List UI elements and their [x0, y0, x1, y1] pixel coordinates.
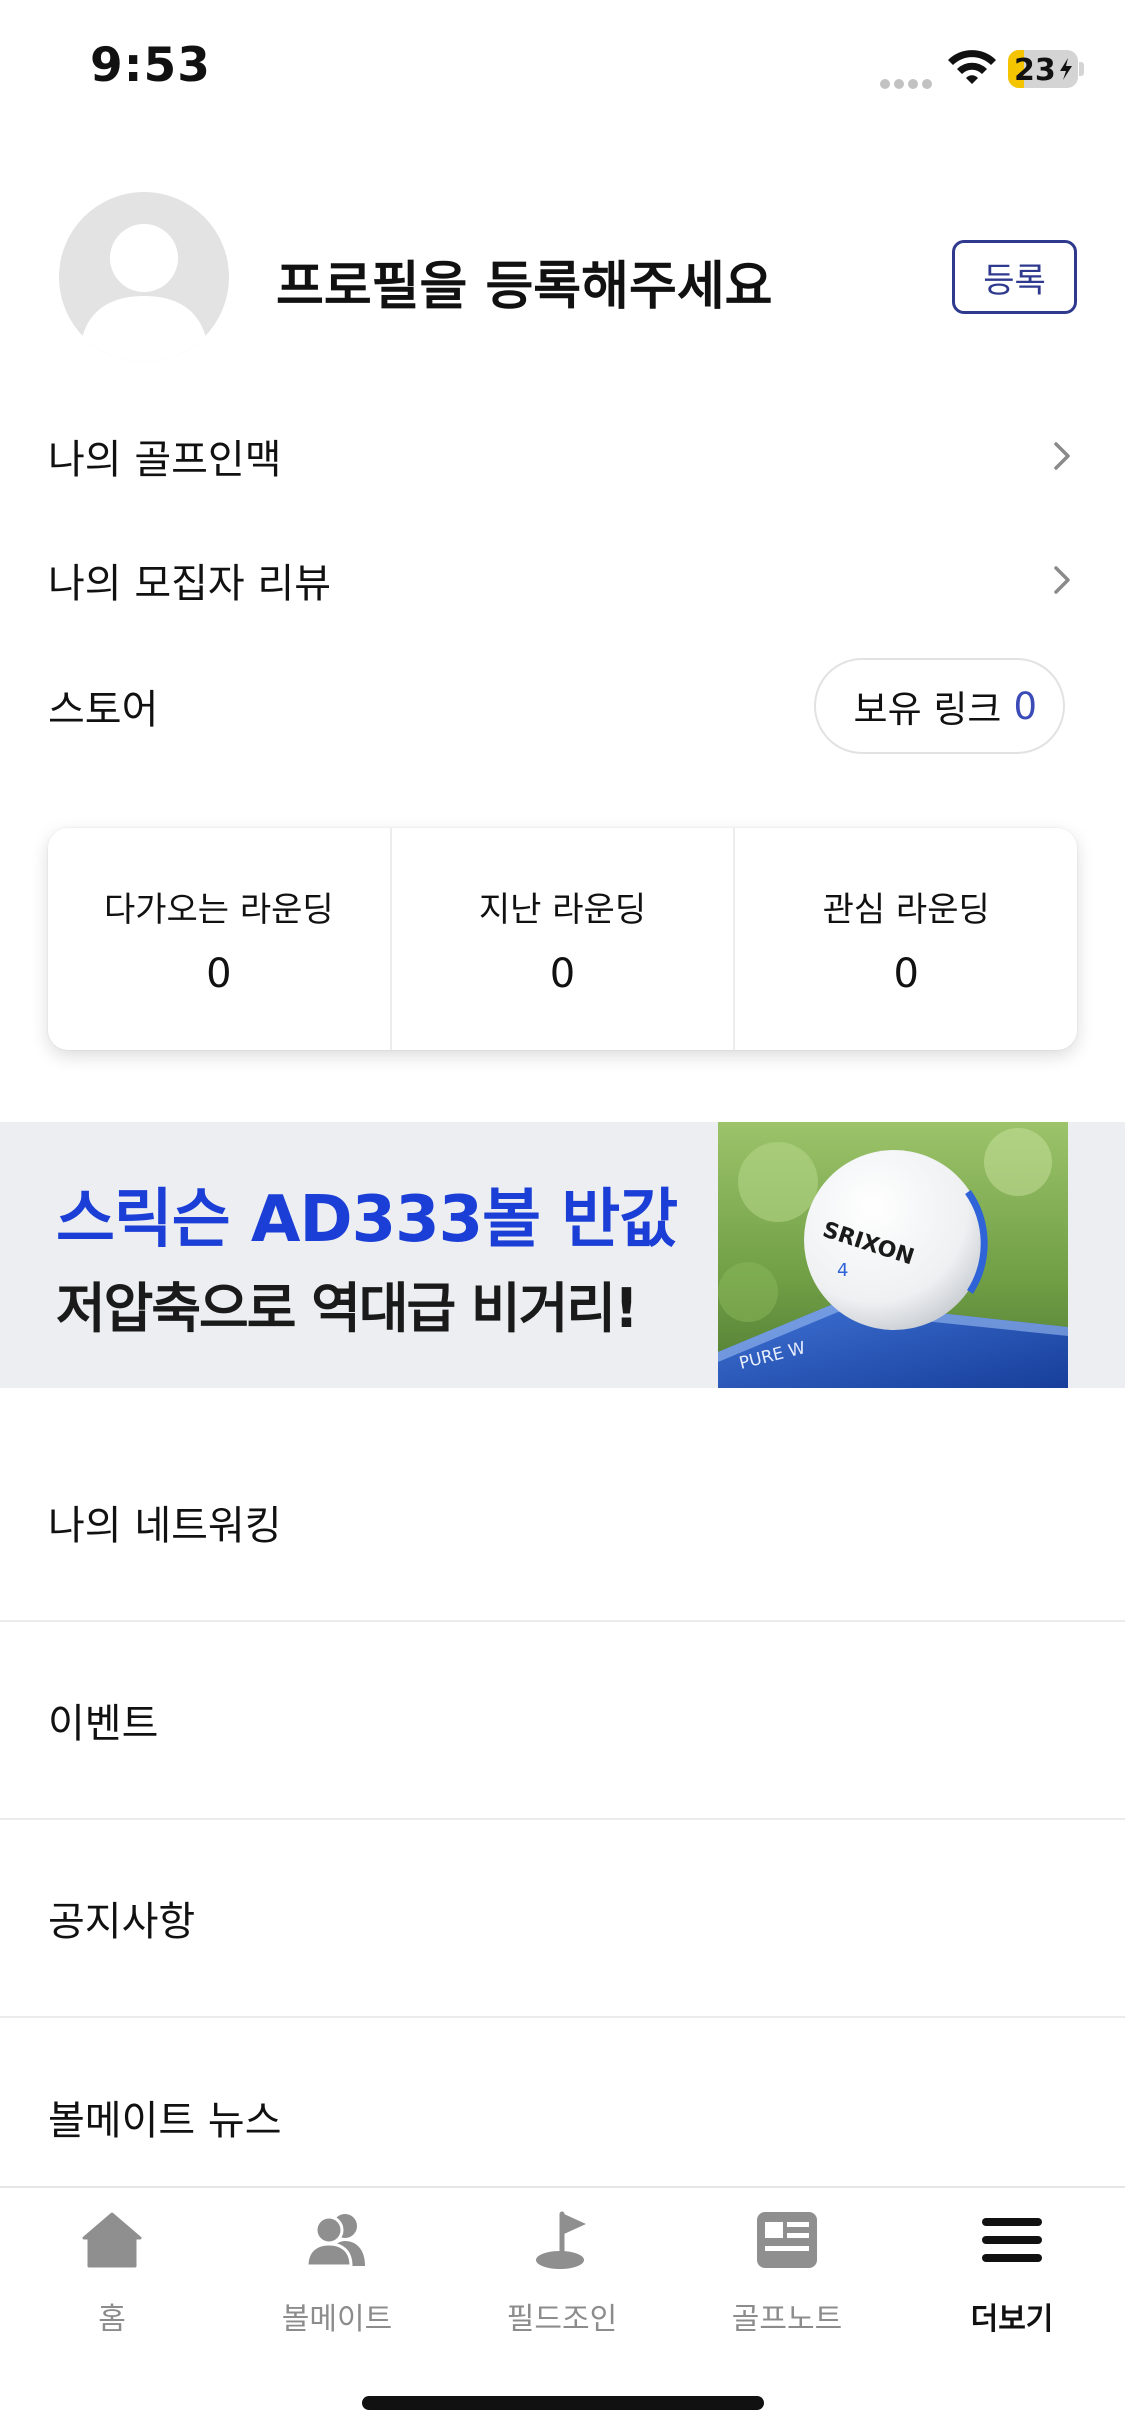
- store-link-count: 0: [1013, 684, 1037, 728]
- stat-value: 0: [549, 950, 576, 997]
- tab-label: 더보기: [970, 2302, 1054, 2337]
- battery-nub: [1079, 62, 1084, 76]
- tab-label: 볼메이트: [281, 2302, 393, 2337]
- people-icon: [305, 2214, 365, 2268]
- menu-row-label: 스토어: [48, 687, 159, 733]
- list-item-label: 이벤트: [48, 1701, 159, 1747]
- status-bar: 9:53 23: [0, 0, 1125, 140]
- bolt-icon: [1060, 58, 1072, 80]
- menu-row-recruiter-review[interactable]: 나의 모집자 리뷰: [48, 540, 1077, 620]
- past-rounding[interactable]: 지난 라운딩 0: [392, 828, 736, 1050]
- battery-level: 23: [1014, 53, 1056, 88]
- menu-icon: [982, 2218, 1042, 2262]
- menu-row-label: 나의 모집자 리뷰: [48, 561, 332, 607]
- default-avatar-icon: [59, 192, 229, 362]
- list-item-notice[interactable]: 공지사항: [0, 1820, 1125, 2018]
- banner-headline: 스릭슨 AD333볼 반값: [56, 1183, 678, 1257]
- stat-label: 지난 라운딩: [478, 889, 647, 930]
- list-item-event[interactable]: 이벤트: [0, 1622, 1125, 1820]
- signal-dots-icon: [880, 74, 936, 89]
- tab-ballmate[interactable]: 볼메이트: [257, 2208, 417, 2338]
- tab-more[interactable]: 더보기: [932, 2208, 1092, 2338]
- flag-icon: [536, 2211, 586, 2269]
- golf-ball-image: PURE W SRIXON 4: [718, 1122, 1068, 1388]
- rounding-stats-card: 다가오는 라운딩 0 지난 라운딩 0 관심 라운딩 0: [48, 828, 1077, 1050]
- menu-row-store[interactable]: 스토어 보유 링크 0: [48, 658, 1065, 754]
- promo-banner[interactable]: 스릭슨 AD333볼 반값 저압축으로 역대급 비거리! PURE W SRIX…: [0, 1122, 1125, 1388]
- stat-label: 다가오는 라운딩: [103, 889, 334, 930]
- list-item-label: 공지사항: [48, 1899, 196, 1945]
- upcoming-rounding[interactable]: 다가오는 라운딩 0: [48, 828, 392, 1050]
- list-item-label: 볼메이트 뉴스: [48, 2098, 282, 2144]
- list-item-networking[interactable]: 나의 네트워킹: [0, 1424, 1125, 1622]
- register-button[interactable]: 등록: [952, 240, 1077, 314]
- status-time: 9:53: [90, 38, 211, 93]
- stat-label: 관심 라운딩: [822, 889, 990, 930]
- tab-label: 홈: [98, 2302, 126, 2337]
- home-indicator[interactable]: [362, 2396, 764, 2410]
- note-icon: [757, 2212, 817, 2268]
- profile-title[interactable]: 프로필을 등록해주세요: [276, 244, 773, 319]
- battery-charging-icon: 23: [1008, 50, 1078, 88]
- wifi-icon: [948, 50, 996, 84]
- tab-label: 필드조인: [506, 2302, 618, 2337]
- stat-value: 0: [206, 950, 232, 997]
- interested-rounding[interactable]: 관심 라운딩 0: [735, 828, 1077, 1050]
- chevron-right-icon: [1054, 566, 1070, 594]
- stat-value: 0: [893, 950, 919, 997]
- store-link-label: 보유 링크: [853, 688, 1002, 731]
- list-item-label: 나의 네트워킹: [48, 1503, 282, 1549]
- menu-row-label: 나의 골프인맥: [48, 437, 282, 483]
- menu-row-golf-network[interactable]: 나의 골프인맥: [48, 416, 1077, 496]
- tab-label: 골프노트: [731, 2302, 843, 2337]
- ball-number: 4: [837, 1260, 848, 1281]
- tab-home[interactable]: 홈: [32, 2208, 192, 2338]
- store-link-badge[interactable]: 보유 링크 0: [813, 658, 1065, 754]
- chevron-right-icon: [1054, 442, 1070, 470]
- home-icon: [82, 2212, 142, 2268]
- tab-golf-note[interactable]: 골프노트: [707, 2208, 867, 2338]
- avatar[interactable]: [59, 192, 229, 362]
- tab-field-join[interactable]: 필드조인: [482, 2208, 642, 2338]
- banner-subline: 저압축으로 역대급 비거리!: [56, 1277, 639, 1340]
